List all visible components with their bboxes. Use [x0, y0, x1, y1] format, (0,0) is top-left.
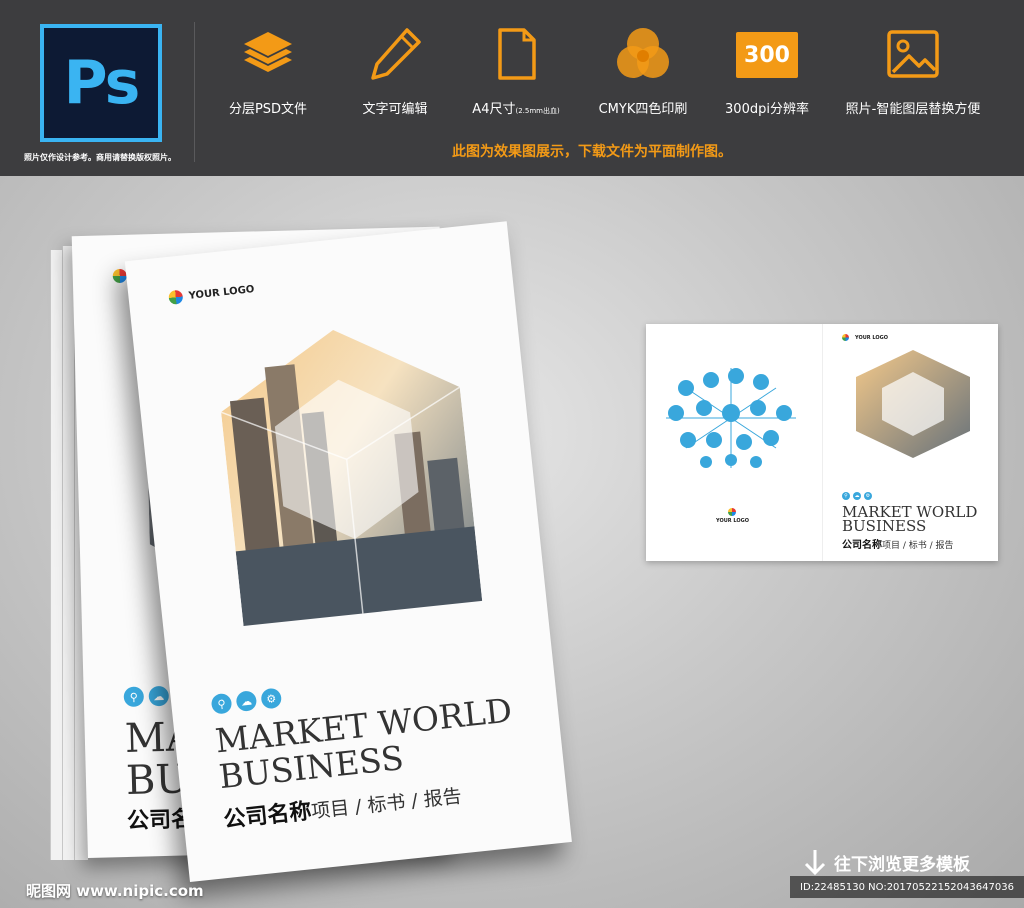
hexagon-city-photo [220, 330, 483, 627]
browse-more[interactable]: 往下浏览更多模板 [804, 848, 970, 876]
logo-text: YOUR LOGO [716, 518, 749, 524]
divider [194, 22, 195, 162]
search-icon: ⚲ [842, 492, 850, 500]
layers-icon [244, 32, 292, 72]
flat-back-logo: YOUR LOGO [716, 508, 749, 524]
arrow-down-icon [804, 850, 826, 876]
flat-title-line2: BUSINESS [842, 517, 927, 535]
pencil-icon [371, 28, 421, 80]
flat-layout-preview: YOUR LOGO YOUR LOGO ⚲ ☁ ⚙ MARKET WORLD B… [646, 324, 998, 561]
gear-icon: ⚙ [864, 492, 872, 500]
flat-company: 公司名称项目 / 标书 / 报告 [842, 540, 954, 551]
image-id-bar: ID:22485130 NO:20170522152043647036 [790, 876, 1024, 898]
feature-label: A4尺寸(2.5mm出血) [472, 102, 560, 117]
feature-label: CMYK四色印刷 [598, 102, 688, 117]
photoshop-logo: Ps [40, 24, 162, 142]
front-brochure-cover: YOUR LOGO ⚲ ☁ ⚙ MARKET WORLD BUSINESS 公司… [124, 221, 572, 882]
cloud-icon: ☁ [235, 690, 258, 713]
flat-front-logo: YOUR LOGO [842, 334, 888, 341]
feature-header: Ps 照片仅作设计参考。商用请替换版权照片。 分层PSD文件 文字可编辑 A4尺… [0, 0, 1024, 176]
logo-mark-icon [168, 289, 184, 305]
logo-text: YOUR LOGO [855, 334, 888, 341]
feature-layers: 分层PSD文件 [198, 24, 338, 117]
search-icon: ⚲ [210, 692, 233, 715]
feature-smart-photo: 照片-智能图层替换方便 [843, 24, 983, 117]
network-hexagon-icons [666, 368, 796, 468]
cover-icon-group: ⚲ ☁ ⚙ [842, 492, 872, 500]
cloud-icon: ☁ [853, 492, 861, 500]
feature-label: 分层PSD文件 [228, 102, 308, 117]
cmyk-circles-icon [617, 28, 669, 78]
fold-line [822, 324, 823, 561]
feature-cmyk: CMYK四色印刷 [573, 24, 713, 117]
cloud-icon: ☁ [148, 685, 170, 707]
feature-label: 300dpi分辨率 [725, 102, 809, 117]
gear-icon: ⚙ [260, 687, 283, 710]
preview-notice: 此图为效果图展示，下载文件为平面制作图。 [452, 144, 732, 160]
search-icon: ⚲ [123, 686, 145, 708]
photo-note: 照片仅作设计参考。商用请替换版权照片。 [24, 153, 176, 162]
browse-more-label: 往下浏览更多模板 [834, 854, 970, 875]
feature-300dpi: 300 300dpi分辨率 [697, 24, 837, 117]
photo-icon [887, 30, 939, 78]
logo-mark-icon [728, 508, 737, 516]
cover-logo: YOUR LOGO [168, 282, 255, 305]
hexagon-city-photo [856, 350, 970, 458]
feature-a4-size: A4尺寸(2.5mm出血) [446, 24, 586, 117]
feature-label: 照片-智能图层替换方便 [845, 102, 981, 117]
feature-editable-text: 文字可编辑 [325, 24, 465, 117]
logo-mark-icon [842, 334, 849, 341]
dpi-badge-icon: 300 [736, 32, 798, 78]
logo-text: YOUR LOGO [188, 283, 255, 302]
cover-icon-group: ⚲ ☁ ⚙ [210, 687, 283, 715]
page-icon [498, 28, 536, 80]
feature-label: 文字可编辑 [362, 102, 428, 117]
site-watermark: 昵图网 www.nipic.com [26, 882, 204, 900]
